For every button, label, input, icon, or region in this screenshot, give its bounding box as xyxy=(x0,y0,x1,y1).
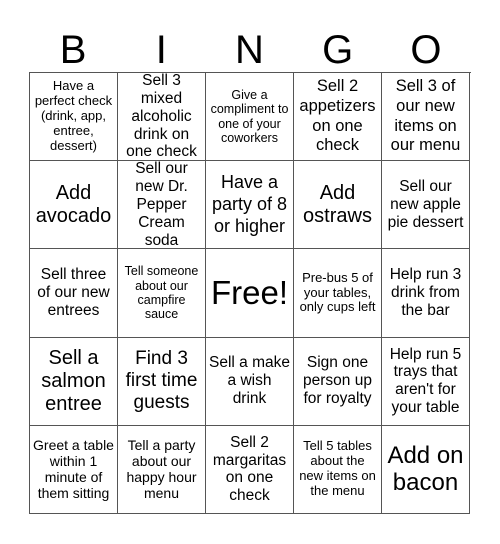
bingo-grid: Have a perfect check (drink, app, entree… xyxy=(29,72,471,514)
bingo-cell[interactable]: Sell a salmon entree xyxy=(30,337,118,426)
header-letter-i: I xyxy=(155,28,167,72)
bingo-cell[interactable]: Sell 2 appetizers on one check xyxy=(294,73,382,162)
bingo-cell[interactable]: Sell our new apple pie dessert xyxy=(382,161,470,250)
bingo-cell[interactable]: Sell 3 of our new items on our menu xyxy=(382,73,470,162)
bingo-header: B I N G O xyxy=(29,28,470,72)
bingo-cell[interactable]: Tell someone about our campfire sauce xyxy=(118,249,206,338)
bingo-cell[interactable]: Pre-bus 5 of your tables, only cups left xyxy=(294,249,382,338)
bingo-cell[interactable]: Sign one person up for royalty xyxy=(294,337,382,426)
bingo-cell[interactable]: Add avocado xyxy=(30,161,118,250)
bingo-cell[interactable]: Tell a party about our happy hour menu xyxy=(118,425,206,514)
header-letter-n: N xyxy=(235,28,264,72)
bingo-cell[interactable]: Sell 3 mixed alcoholic drink on one chec… xyxy=(118,73,206,162)
free-space[interactable]: Free! xyxy=(206,249,294,338)
header-letter-b: B xyxy=(59,28,87,72)
bingo-cell[interactable]: Give a compliment to one of your coworke… xyxy=(206,73,294,162)
header-letter-g: G xyxy=(322,28,354,72)
bingo-cell[interactable]: Help run 5 trays that aren't for your ta… xyxy=(382,337,470,426)
header-letter-o: O xyxy=(410,28,442,72)
bingo-cell[interactable]: Sell a make a wish drink xyxy=(206,337,294,426)
bingo-cell[interactable]: Sell three of our new entrees xyxy=(30,249,118,338)
bingo-cell[interactable]: Sell our new Dr. Pepper Cream soda xyxy=(118,161,206,250)
bingo-cell[interactable]: Add ostraws xyxy=(294,161,382,250)
bingo-cell[interactable]: Help run 3 drink from the bar xyxy=(382,249,470,338)
bingo-cell[interactable]: Have a party of 8 or higher xyxy=(206,161,294,250)
bingo-cell[interactable]: Tell 5 tables about the new items on the… xyxy=(294,425,382,514)
bingo-cell[interactable]: Find 3 first time guests xyxy=(118,337,206,426)
bingo-cell[interactable]: Add on bacon xyxy=(382,425,470,514)
bingo-cell[interactable]: Sell 2 margaritas on one check xyxy=(206,425,294,514)
bingo-cell[interactable]: Greet a table within 1 minute of them si… xyxy=(30,425,118,514)
bingo-cell[interactable]: Have a perfect check (drink, app, entree… xyxy=(30,73,118,162)
